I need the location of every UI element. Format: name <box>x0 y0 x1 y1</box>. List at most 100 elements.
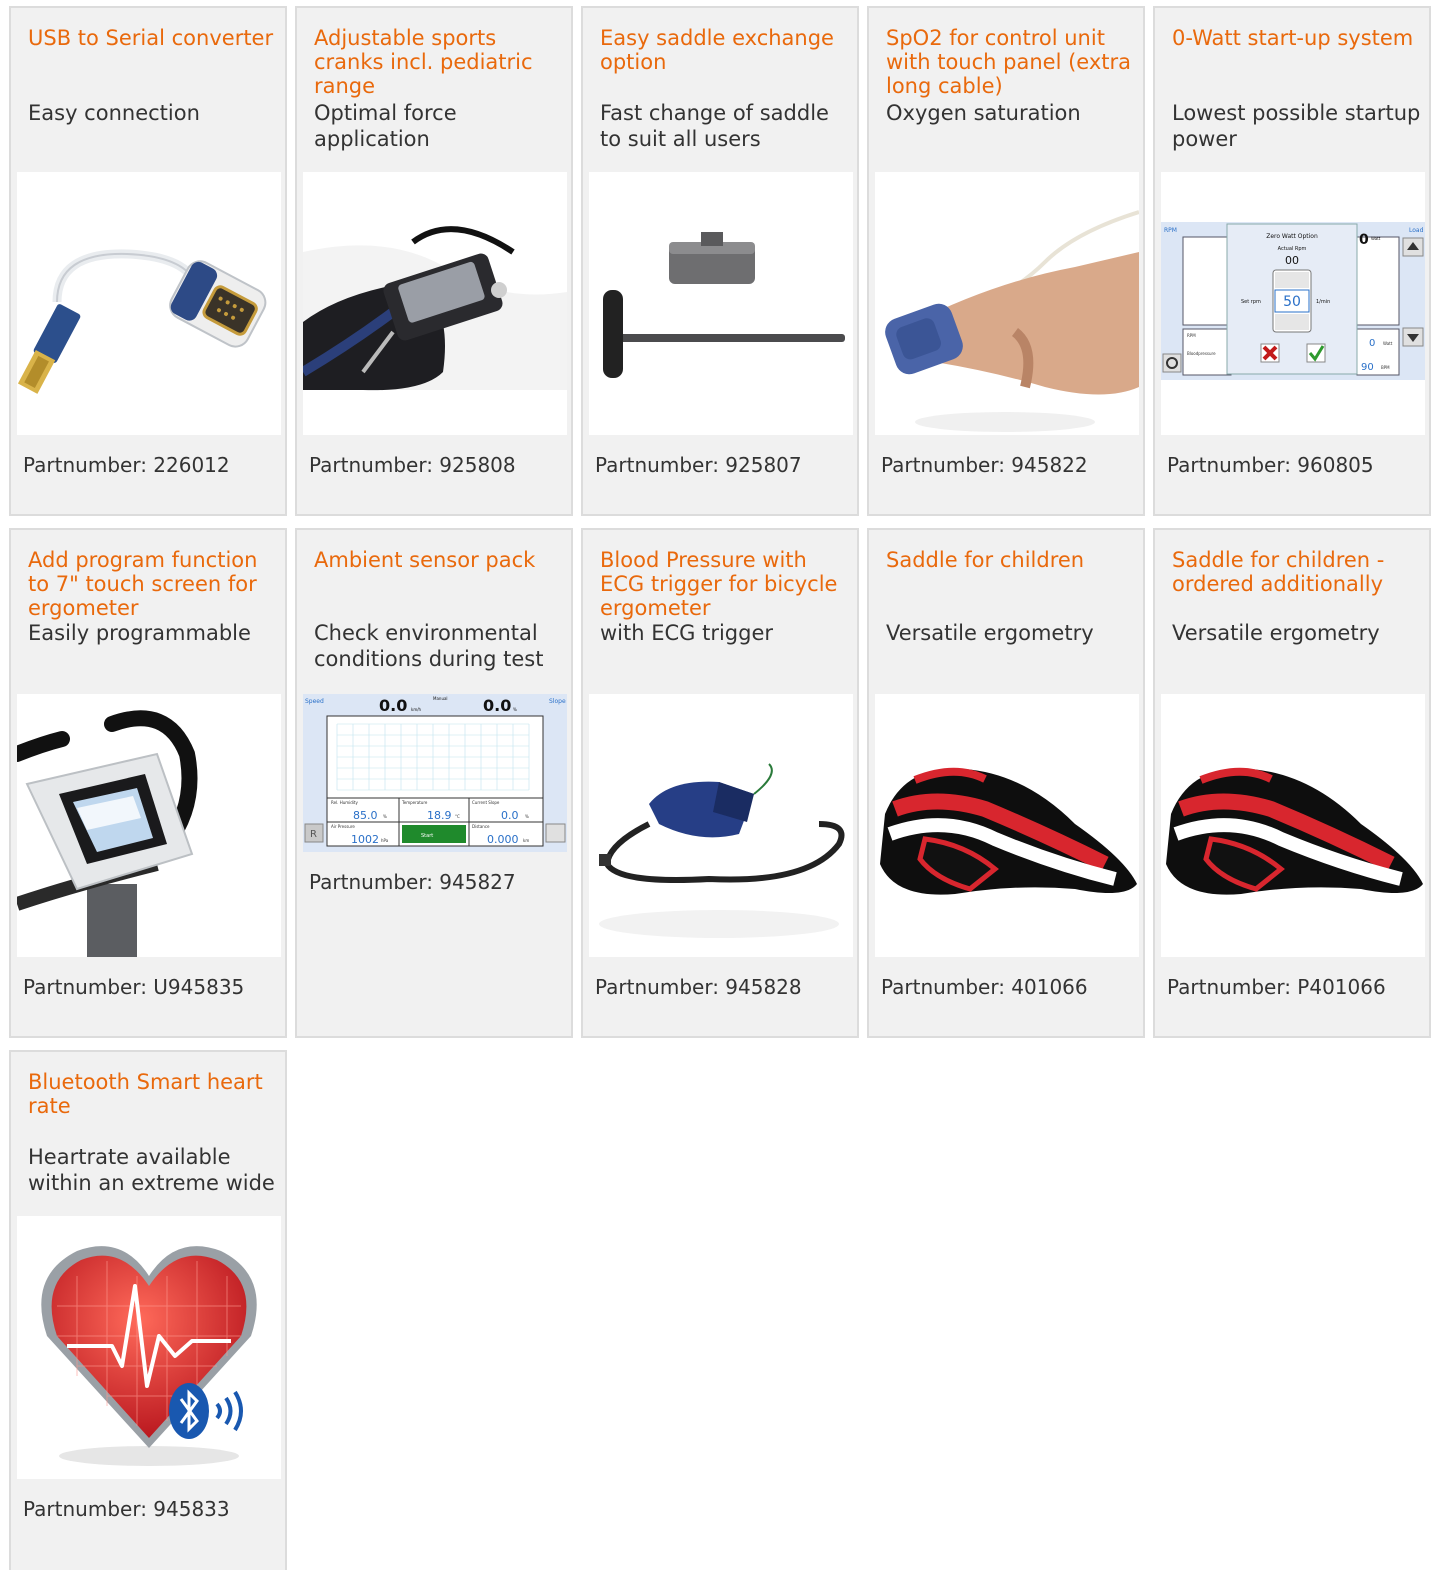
start-button[interactable]: Start <box>402 825 466 843</box>
bluetooth-heart-image <box>17 1216 281 1479</box>
temperature-value: 18.9 <box>427 809 452 822</box>
increase-button[interactable] <box>1275 272 1309 288</box>
humidity-label: Rel. Humidity <box>331 800 358 805</box>
children-saddle-additional-image <box>1161 694 1425 957</box>
product-description: Easy connection <box>28 101 200 125</box>
monitor-icon[interactable] <box>545 823 566 843</box>
product-title[interactable]: Ambient sensor pack <box>314 548 564 572</box>
bpm-unit: BPM <box>1381 365 1390 370</box>
decrease-button[interactable] <box>1275 314 1309 330</box>
part-number: Partnumber: 945827 <box>309 870 516 894</box>
reset-button[interactable]: R <box>304 823 324 843</box>
slope-label: Slope <box>549 698 566 705</box>
product-card[interactable]: SpO2 for control unit with touch panel (… <box>867 6 1145 516</box>
distance-value: 0.000 <box>487 833 519 846</box>
pressure-value: 1002 <box>351 833 379 846</box>
start-label: Start <box>421 833 433 839</box>
product-title[interactable]: Saddle for children - ordered additional… <box>1172 548 1422 596</box>
humidity-value: 85.0 <box>353 809 378 822</box>
part-number: Partnumber: U945835 <box>23 975 245 999</box>
speed-value: 0.0 <box>379 696 407 715</box>
set-rpm-value: 50 <box>1283 294 1301 310</box>
part-number: Partnumber: P401066 <box>1167 975 1386 999</box>
part-number: Partnumber: 945822 <box>881 453 1088 477</box>
part-number: Partnumber: 401066 <box>881 975 1088 999</box>
bp-label: Bloodpressure <box>1187 351 1216 356</box>
unit-label: 1/min <box>1316 299 1330 305</box>
actual-rpm-label: Actual Rpm <box>1278 246 1307 252</box>
product-card[interactable]: Saddle for children - ordered additional… <box>1153 528 1431 1038</box>
wireless-signal-icon <box>215 1390 243 1432</box>
zero-watt-screen-image: RPM Load RPM Bloodpressure 0 Watt 0 Watt… <box>1161 172 1425 435</box>
product-title[interactable]: Blood Pressure with ECG trigger for bicy… <box>600 548 850 620</box>
product-card[interactable]: Add program function to 7" touch screen … <box>9 528 287 1038</box>
product-card[interactable]: Ambient sensor pack Check environmental … <box>295 528 573 1038</box>
bluetooth-icon <box>169 1383 209 1439</box>
sports-cranks-image <box>303 172 567 435</box>
product-card[interactable]: Blood Pressure with ECG trigger for bicy… <box>581 528 859 1038</box>
product-title[interactable]: Add program function to 7" touch screen … <box>28 548 278 620</box>
product-description: Heartrate available within an extreme wi… <box>28 1145 275 1195</box>
product-title[interactable]: Adjustable sports cranks incl. pediatric… <box>314 26 564 98</box>
product-title[interactable]: Bluetooth Smart heart rate <box>28 1070 278 1118</box>
part-number: Partnumber: 945833 <box>23 1497 230 1521</box>
reset-label: R <box>310 829 317 840</box>
rpm-small-label: RPM <box>1187 333 1196 338</box>
current-slope-label: Current Slope <box>472 800 500 805</box>
product-description: Oxygen saturation <box>886 101 1081 125</box>
product-title[interactable]: Saddle for children <box>886 548 1136 572</box>
load-label: Load <box>1409 227 1424 234</box>
children-saddle-image <box>875 694 1139 957</box>
part-number: Partnumber: 960805 <box>1167 453 1374 477</box>
product-title[interactable]: 0-Watt start-up system <box>1172 26 1422 50</box>
big-watt-value: 0 <box>1359 232 1369 248</box>
product-card[interactable]: Easy saddle exchange option Fast change … <box>581 6 859 516</box>
current-slope-value: 0.0 <box>501 809 519 822</box>
product-description: Check environmental conditions during te… <box>314 621 544 671</box>
actual-rpm-value: 00 <box>1285 254 1299 267</box>
slope-unit: % <box>513 707 517 712</box>
product-description: Lowest possible startup power <box>1172 101 1421 151</box>
product-title[interactable]: USB to Serial converter <box>28 26 278 50</box>
watt-value: 0 <box>1369 338 1375 349</box>
set-rpm-label: Set rpm <box>1241 299 1261 305</box>
product-title[interactable]: Easy saddle exchange option <box>600 26 850 74</box>
part-number: Partnumber: 925807 <box>595 453 802 477</box>
product-card[interactable]: Saddle for children Versatile ergometry … <box>867 528 1145 1038</box>
confirm-icon[interactable] <box>1306 343 1326 363</box>
product-description: Optimal force application <box>314 101 457 151</box>
big-watt-unit: Watt <box>1371 236 1381 241</box>
blood-pressure-cuff-image <box>589 694 853 957</box>
product-description: with ECG trigger <box>600 621 774 645</box>
humidity-unit: % <box>383 814 387 819</box>
temperature-label: Temperature <box>401 800 428 805</box>
current-slope-unit: % <box>525 814 529 819</box>
speed-unit: km/h <box>411 707 422 712</box>
saddle-exchange-image <box>589 172 853 435</box>
product-card[interactable]: USB to Serial converter Easy connection <box>9 6 287 516</box>
manual-label: Manual <box>433 696 448 701</box>
product-card[interactable]: Bluetooth Smart heart rate Heartrate ava… <box>9 1050 287 1570</box>
ambient-screen-image: Speed Manual Slope 0.0 km/h 0.0 % Rel. H… <box>303 694 567 852</box>
pressure-unit: hPa <box>381 838 389 843</box>
touch-screen-image <box>17 694 281 957</box>
bpm-value: 90 <box>1361 362 1374 373</box>
product-description: Versatile ergometry <box>886 621 1094 645</box>
usb-serial-image <box>17 172 281 435</box>
product-card[interactable]: 0-Watt start-up system Lowest possible s… <box>1153 6 1431 516</box>
part-number: Partnumber: 226012 <box>23 453 230 477</box>
cancel-icon[interactable] <box>1260 343 1280 363</box>
speed-label: Speed <box>305 698 324 705</box>
product-title[interactable]: SpO2 for control unit with touch panel (… <box>886 26 1136 98</box>
part-number: Partnumber: 945828 <box>595 975 802 999</box>
product-grid: USB to Serial converter Easy connection <box>9 6 1431 1570</box>
pressure-label: Air Pressure <box>331 824 355 829</box>
product-description: Easily programmable <box>28 621 251 645</box>
rpm-label: RPM <box>1164 227 1177 234</box>
product-description: Fast change of saddle to suit all users <box>600 101 829 151</box>
product-card[interactable]: Adjustable sports cranks incl. pediatric… <box>295 6 573 516</box>
slope-value: 0.0 <box>483 696 511 715</box>
product-description: Versatile ergometry <box>1172 621 1380 645</box>
watt-unit: Watt <box>1383 341 1393 346</box>
part-number: Partnumber: 925808 <box>309 453 516 477</box>
